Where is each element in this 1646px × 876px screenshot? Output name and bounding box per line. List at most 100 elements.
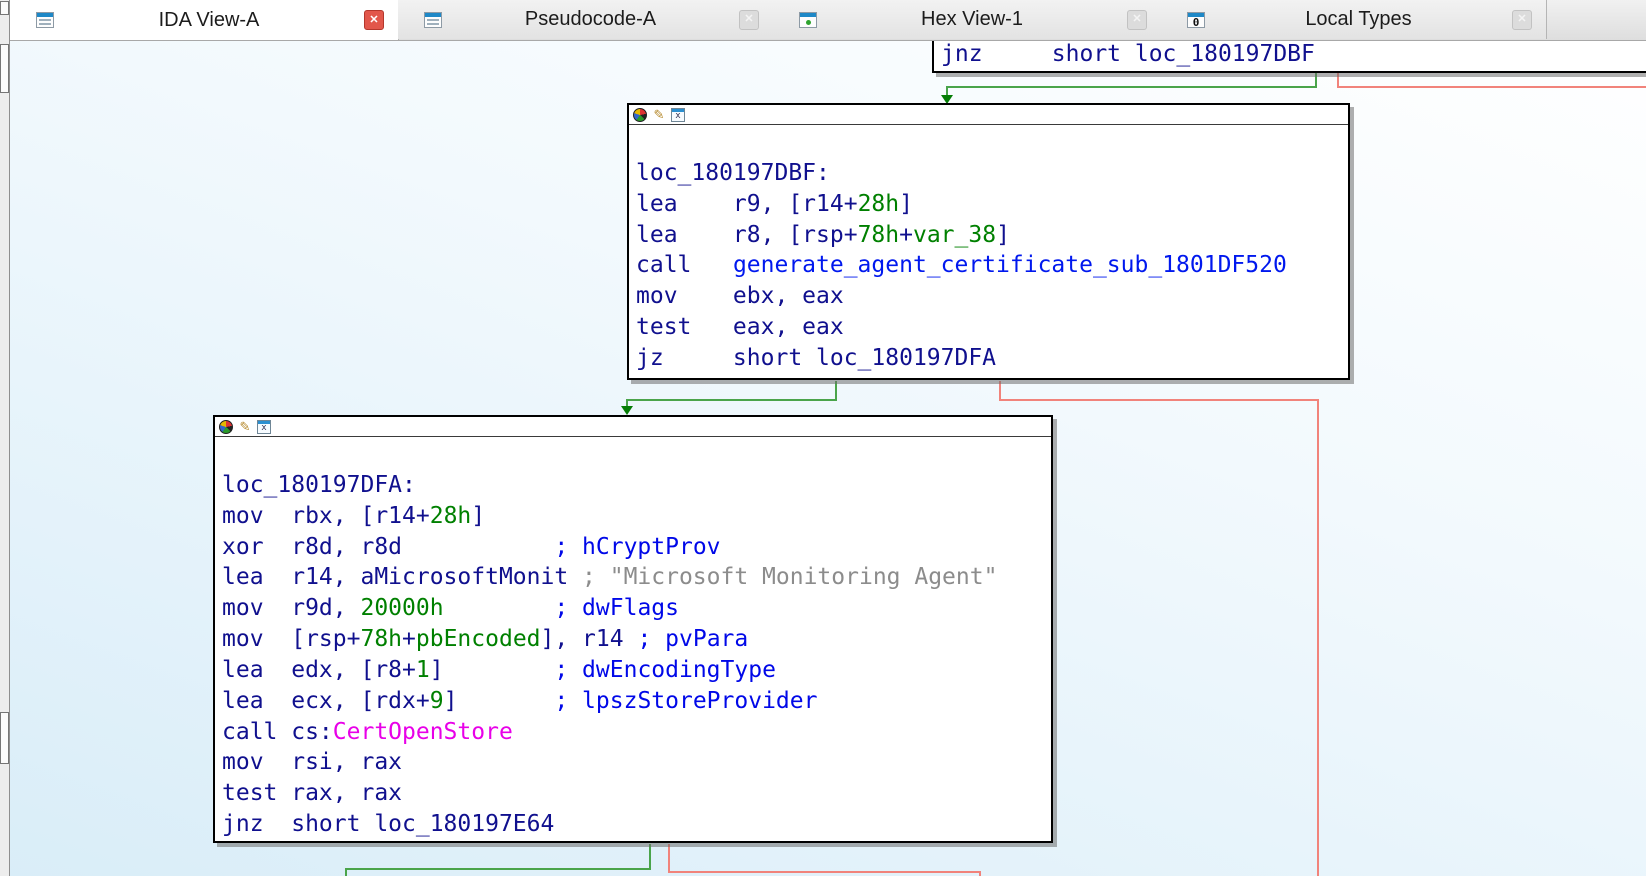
tab-close-icon[interactable]: ✕ bbox=[1127, 10, 1147, 30]
disasm-window-icon bbox=[424, 12, 442, 28]
asm-line[interactable] bbox=[636, 127, 1348, 158]
asm-line[interactable]: loc_180197DFA: bbox=[222, 470, 1051, 501]
splitter-handle[interactable] bbox=[0, 44, 9, 93]
tab-label: IDA View-A bbox=[54, 9, 364, 32]
asm-segment-imp: CertOpenStore bbox=[333, 719, 513, 745]
types-window-icon: 0 bbox=[1187, 12, 1205, 28]
basic-block-loc-180197DBF[interactable]: ✎ loc_180197DBF:lea r9, [r14+28h]lea r8,… bbox=[627, 103, 1350, 380]
asm-line[interactable]: lea r14, aMicrosoftMonit ; "Microsoft Mo… bbox=[222, 562, 1051, 593]
asm-line[interactable]: lea ecx, [rdx+9] ; lpszStoreProvider bbox=[222, 686, 1051, 717]
disasm-window-icon bbox=[36, 12, 54, 28]
asm-segment-fn: generate_agent_certificate_sub_1801DF520 bbox=[733, 252, 1287, 278]
asm-segment-code: ] bbox=[996, 222, 1010, 248]
asm-segment-num: 78h bbox=[360, 626, 402, 652]
asm-line[interactable]: test rax, rax bbox=[222, 778, 1051, 809]
edge-fallthrough-from-jnz-origin bbox=[1338, 73, 1646, 87]
asm-segment-num: 28h bbox=[858, 191, 900, 217]
asm-line[interactable] bbox=[222, 439, 1051, 470]
asm-line[interactable]: mov [rsp+78h+pbEncoded], r14 ; pvPara bbox=[222, 624, 1051, 655]
pencil-icon[interactable]: ✎ bbox=[238, 420, 252, 434]
asm-segment-code: jnz short loc_180197E64 bbox=[222, 811, 554, 837]
asm-segment-code: test rax, rax bbox=[222, 780, 402, 806]
asm-segment-code: jz short loc_180197DFA bbox=[636, 345, 996, 371]
tab-label: Pseudocode-A bbox=[442, 8, 739, 31]
asm-segment-code: ] bbox=[899, 191, 913, 217]
tab-ida-view-a[interactable]: IDA View-A✕ bbox=[10, 0, 399, 40]
asm-segment-cmt: ; dwEncodingType bbox=[554, 657, 776, 683]
asm-segment-num: 1 bbox=[416, 657, 430, 683]
asm-line[interactable]: jnz short loc_180197DBF bbox=[941, 40, 1315, 70]
asm-segment-code: lea edx, [r8+ bbox=[222, 657, 416, 683]
tab-pseudocode-a[interactable]: Pseudocode-A✕ bbox=[398, 0, 774, 39]
asm-line[interactable]: loc_180197DBF: bbox=[636, 158, 1348, 189]
asm-line[interactable]: call generate_agent_certificate_sub_1801… bbox=[636, 250, 1348, 281]
asm-segment-code: loc_180197DBF: bbox=[636, 160, 830, 186]
asm-segment-str: ; "Microsoft Monitoring Agent" bbox=[582, 564, 997, 590]
tab-local-types[interactable]: 0Local Types✕ bbox=[1161, 0, 1547, 39]
asm-line[interactable]: jnz short loc_180197E64 bbox=[222, 809, 1051, 840]
asm-segment-num: 28h bbox=[430, 503, 472, 529]
asm-line[interactable]: mov rbx, [r14+28h] bbox=[222, 501, 1051, 532]
asm-line[interactable]: xor r8d, r8d ; hCryptProv bbox=[222, 532, 1051, 563]
asm-segment-code: ] bbox=[444, 688, 555, 714]
asm-segment-code: mov ebx, eax bbox=[636, 283, 844, 309]
splitter-handle[interactable] bbox=[0, 1, 9, 15]
asm-segment-code: lea r14, aMicrosoftMonit bbox=[222, 564, 582, 590]
asm-segment-code: mov [rsp+ bbox=[222, 626, 360, 652]
tab-label: Local Types bbox=[1205, 8, 1512, 31]
graph-view-canvas[interactable]: jnz short loc_180197DBF ✎ loc_180197DBF:… bbox=[0, 40, 1646, 876]
left-dock-strip bbox=[0, 0, 10, 876]
block-header: ✎ bbox=[215, 417, 1051, 437]
asm-segment-code: jnz short loc_180197DBF bbox=[941, 41, 1315, 67]
asm-segment-code: lea ecx, [rdx+ bbox=[222, 688, 430, 714]
tab-hex-view-1[interactable]: Hex View-1✕ bbox=[773, 0, 1162, 39]
asm-segment-code: ], r14 bbox=[541, 626, 638, 652]
asm-segment-code: call cs: bbox=[222, 719, 333, 745]
edge-arrowhead-icon bbox=[621, 406, 633, 415]
asm-segment-code: lea r9, [r14+ bbox=[636, 191, 858, 217]
asm-segment-num: 78h bbox=[858, 222, 900, 248]
asm-segment-code: xor r8d, r8d bbox=[222, 534, 554, 560]
block-header: ✎ bbox=[629, 105, 1348, 125]
tab-close-icon[interactable]: ✕ bbox=[739, 10, 759, 30]
asm-segment-code: ] bbox=[471, 503, 485, 529]
asm-line[interactable]: lea r8, [rsp+78h+var_38] bbox=[636, 220, 1348, 251]
asm-segment-code: ] bbox=[430, 657, 555, 683]
asm-segment-code: mov r9d, bbox=[222, 595, 360, 621]
splitter-handle[interactable] bbox=[0, 712, 9, 764]
hex-window-icon bbox=[799, 12, 817, 28]
edge-fallthrough-from-loc-180197DFA bbox=[669, 844, 980, 876]
asm-line[interactable]: lea r9, [r14+28h] bbox=[636, 189, 1348, 220]
basic-block-jnz-origin[interactable]: jnz short loc_180197DBF bbox=[932, 40, 1646, 73]
new-window-icon[interactable] bbox=[671, 108, 685, 122]
new-window-icon[interactable] bbox=[257, 420, 271, 434]
asm-line[interactable]: test eax, eax bbox=[636, 312, 1348, 343]
asm-line[interactable]: mov ebx, eax bbox=[636, 281, 1348, 312]
edge-taken-to-loc-180197E64 bbox=[346, 844, 650, 876]
asm-line[interactable]: mov rsi, rax bbox=[222, 747, 1051, 778]
asm-segment-code: + bbox=[899, 222, 913, 248]
asm-segment-num: 9 bbox=[430, 688, 444, 714]
asm-segment-code: test eax, eax bbox=[636, 314, 844, 340]
asm-line[interactable]: jz short loc_180197DFA bbox=[636, 343, 1348, 374]
pencil-icon[interactable]: ✎ bbox=[652, 108, 666, 122]
tab-label: Hex View-1 bbox=[817, 8, 1127, 31]
asm-segment-num: var_38 bbox=[913, 222, 996, 248]
asm-segment-cmt: ; dwFlags bbox=[554, 595, 679, 621]
asm-line[interactable]: lea edx, [r8+1] ; dwEncodingType bbox=[222, 655, 1051, 686]
node-color-pie-icon[interactable] bbox=[633, 108, 647, 122]
asm-segment-code: call bbox=[636, 252, 733, 278]
edge-taken-to-loc-180197DBF bbox=[947, 73, 1316, 95]
asm-segment-code: mov rsi, rax bbox=[222, 749, 402, 775]
asm-segment-cmt: ; lpszStoreProvider bbox=[554, 688, 817, 714]
asm-segment-code: + bbox=[402, 626, 416, 652]
asm-segment-code: loc_180197DFA: bbox=[222, 472, 416, 498]
asm-line[interactable]: mov r9d, 20000h ; dwFlags bbox=[222, 593, 1051, 624]
asm-line[interactable]: call cs:CertOpenStore bbox=[222, 717, 1051, 748]
tab-close-icon[interactable]: ✕ bbox=[364, 10, 384, 30]
view-tab-bar: IDA View-A✕Pseudocode-A✕Hex View-1✕0Loca… bbox=[10, 0, 1646, 41]
node-color-pie-icon[interactable] bbox=[219, 420, 233, 434]
edge-taken-to-loc-180197DFA bbox=[627, 381, 836, 406]
tab-close-icon[interactable]: ✕ bbox=[1512, 10, 1532, 30]
basic-block-loc-180197DFA[interactable]: ✎ loc_180197DFA:mov rbx, [r14+28h]xor r8… bbox=[213, 415, 1053, 843]
